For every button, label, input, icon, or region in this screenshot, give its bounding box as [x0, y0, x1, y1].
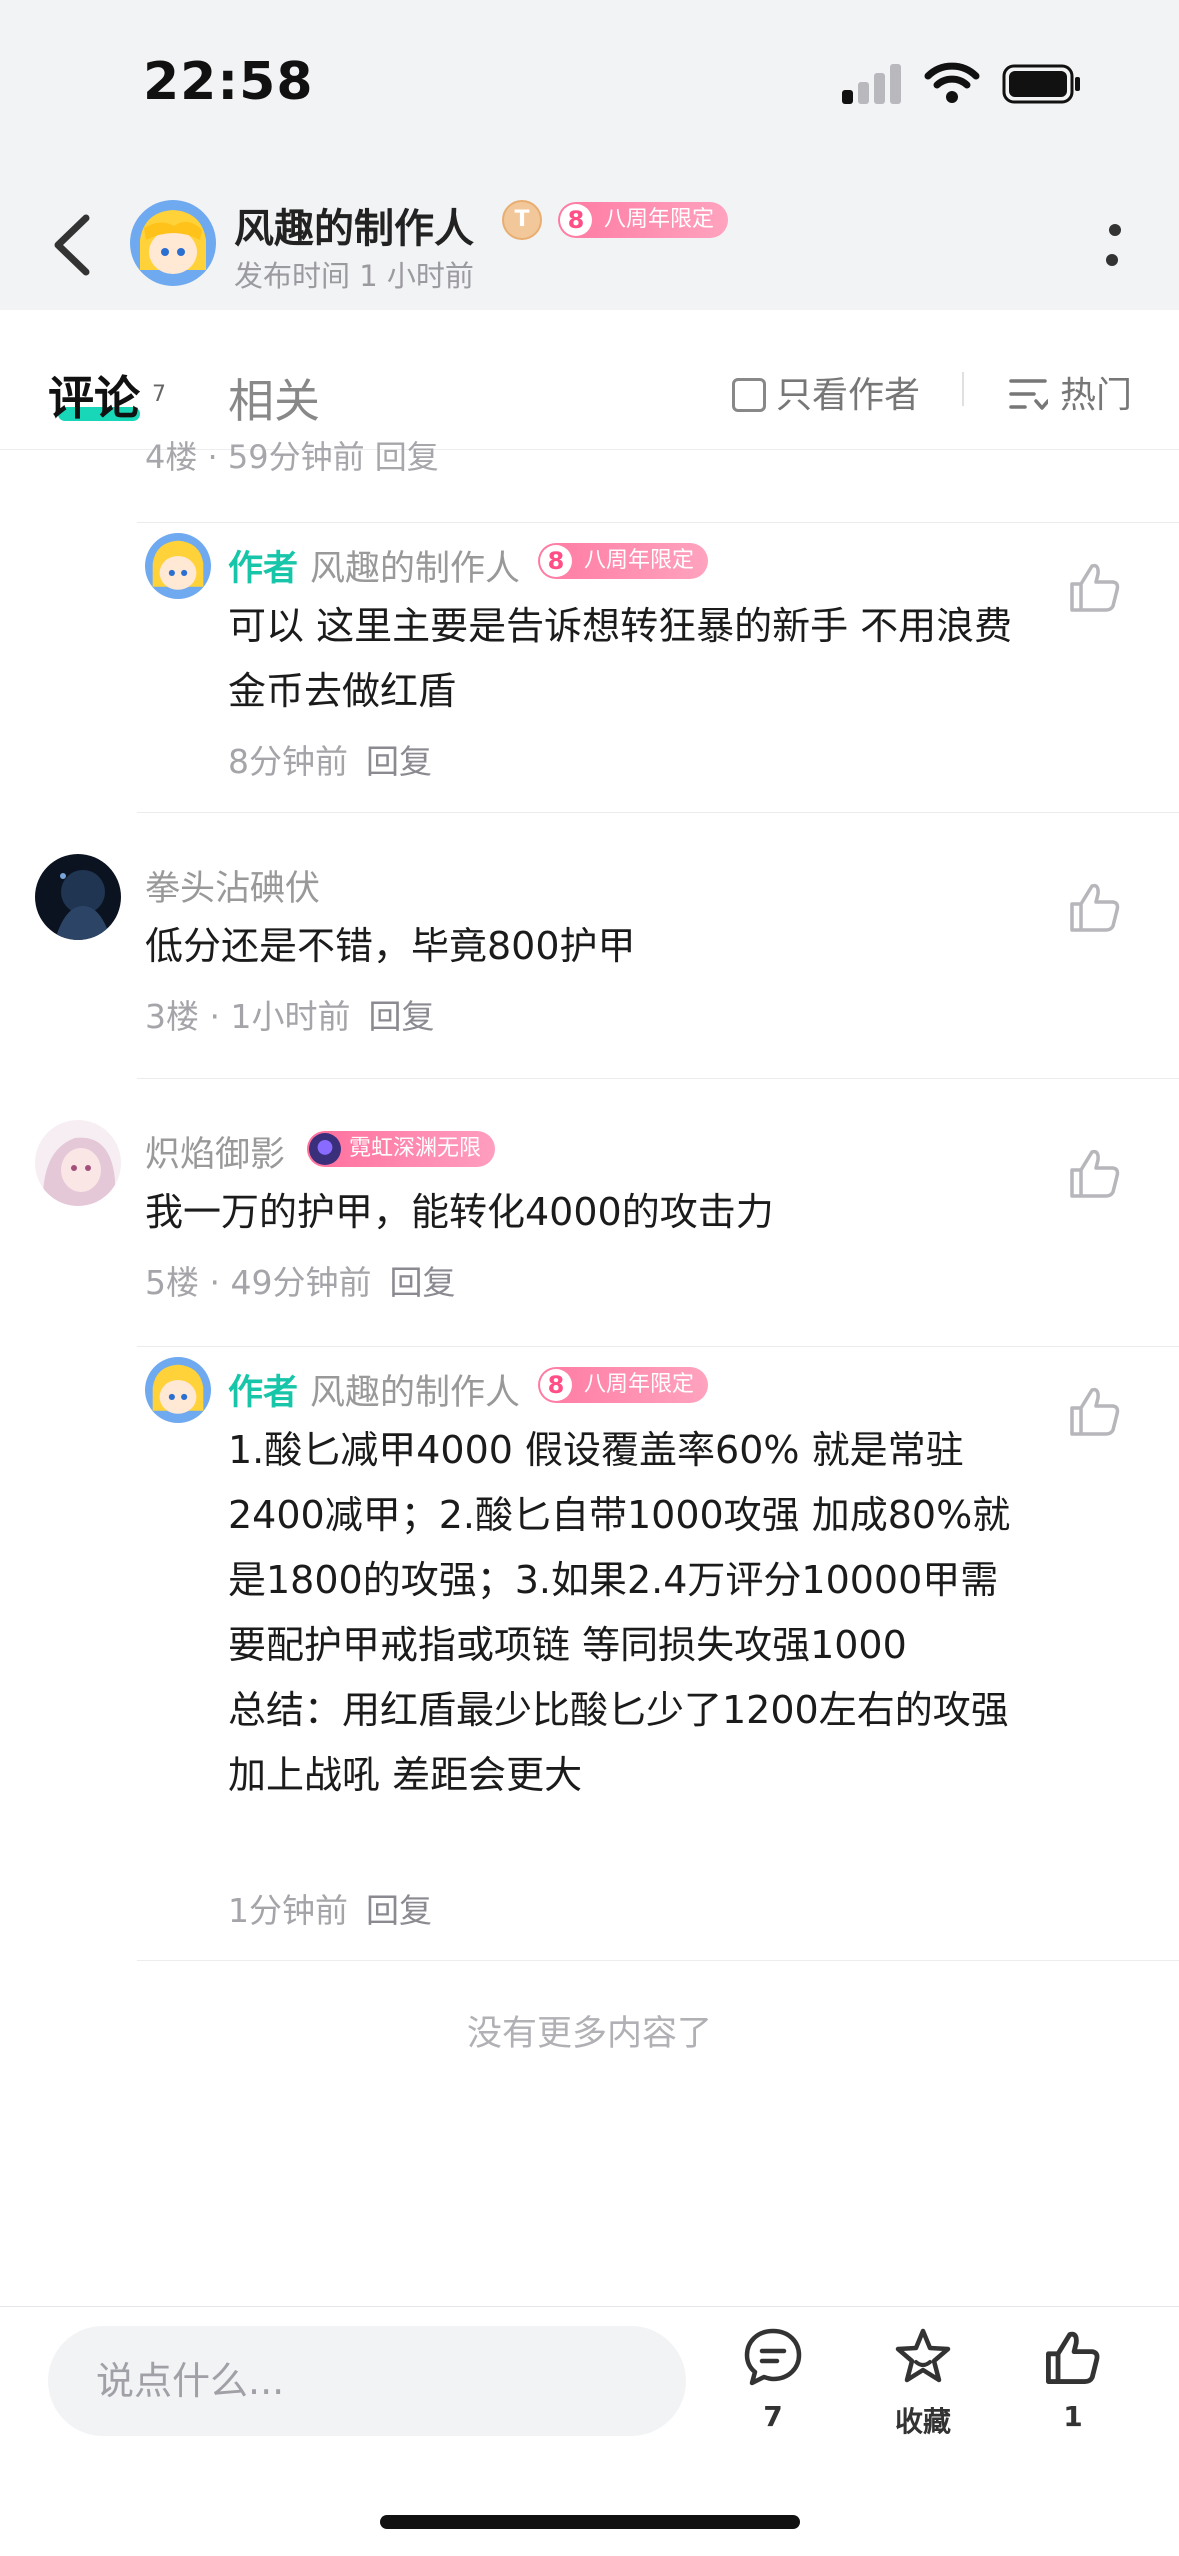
signal-icon [842, 62, 902, 104]
wifi-icon [924, 62, 980, 103]
tab-comments[interactable]: 评论 [48, 362, 140, 428]
star-icon [895, 2328, 951, 2383]
divider [137, 812, 1179, 813]
eight-icon: 8 [560, 204, 592, 236]
reply-button[interactable]: 回复 [366, 742, 432, 781]
header-avatar[interactable] [130, 200, 216, 286]
favorite-label: 收藏 [894, 2405, 951, 2438]
reply-avatar[interactable] [145, 533, 211, 599]
comment-text: 可以 这里主要是告诉想转狂暴的新手 不用浪费金币去做红盾 [228, 604, 1013, 713]
comment-avatar[interactable] [35, 1120, 121, 1206]
divider [137, 1960, 1179, 1961]
favorite-button[interactable]: 收藏 [868, 2326, 978, 2440]
comment-count: 7 [763, 2400, 783, 2433]
anniversary-badge: 8 八周年限定 [558, 202, 729, 238]
anniversary-badge: 8 八周年限定 [538, 543, 709, 579]
status-time: 22:58 [143, 52, 314, 112]
reply-button[interactable]: 回复 [389, 1263, 455, 1302]
like-icon[interactable] [1066, 558, 1124, 616]
reply-avatar[interactable] [145, 1357, 211, 1423]
tab-bar: 评论 7 相关 只看作者 热门 [0, 310, 1179, 450]
home-indicator[interactable] [380, 2515, 800, 2529]
author-tag: 作者 [228, 1373, 299, 1413]
back-icon[interactable] [44, 210, 104, 280]
neon-abyss-icon [309, 1133, 341, 1165]
divider [137, 1346, 1179, 1347]
comment-icon [744, 2328, 802, 2386]
tab-related[interactable]: 相关 [228, 365, 320, 431]
only-author-toggle[interactable]: 只看作者 [732, 366, 920, 418]
eight-icon: 8 [540, 1369, 572, 1401]
comment-meta: 1分钟前 回复 [228, 1891, 432, 1930]
eight-icon: 8 [540, 545, 572, 577]
comment-input[interactable]: 说点什么... [48, 2326, 686, 2436]
like-icon[interactable] [1066, 1382, 1124, 1440]
comment-author-name[interactable]: 炽焰御影 [145, 1126, 285, 1177]
comment-author-name[interactable]: 风趣的制作人 [310, 540, 520, 591]
tab-comments-count: 7 [152, 382, 166, 407]
comments-button[interactable]: 7 [718, 2326, 828, 2433]
comment-avatar[interactable] [35, 854, 121, 940]
sort-icon [1009, 379, 1050, 410]
neon-abyss-badge: 霓虹深渊无限 [307, 1131, 496, 1167]
clipped-comment-meta: 4楼 · 59分钟前 回复 [145, 438, 439, 476]
comment-author-name[interactable]: 拳头沾碘伏 [145, 860, 320, 911]
level-badge: T [502, 200, 542, 240]
comment-author-name[interactable]: 风趣的制作人 [310, 1364, 520, 1415]
publish-time: 发布时间 1 小时前 [234, 259, 474, 293]
comment-text: 我一万的护甲，能转化4000的攻击力 [145, 1190, 774, 1234]
no-more-content: 没有更多内容了 [466, 2014, 712, 2054]
checkbox-icon[interactable] [732, 378, 766, 412]
like-icon[interactable] [1066, 878, 1124, 936]
comment-meta: 8分钟前 回复 [228, 742, 432, 781]
reply-button[interactable]: 回复 [368, 997, 434, 1036]
comment-meta: 3楼 · 1小时前 回复 [145, 997, 435, 1036]
divider [137, 1078, 1179, 1079]
sort-hot[interactable]: 热门 [1008, 366, 1132, 418]
battery-icon [1002, 64, 1080, 104]
comment-meta: 5楼 · 49分钟前 回复 [145, 1263, 456, 1302]
more-icon[interactable] [1100, 215, 1130, 275]
like-icon[interactable] [1066, 1144, 1124, 1202]
reply-button[interactable]: 回复 [366, 1891, 432, 1930]
thumbs-up-icon [1046, 2331, 1100, 2384]
header-author-name[interactable]: 风趣的制作人 [234, 196, 474, 254]
like-count: 1 [1063, 2400, 1083, 2433]
tab-separator [962, 372, 964, 406]
author-tag: 作者 [228, 549, 299, 589]
comment-text: 低分还是不错，毕竟800护甲 [145, 924, 636, 968]
anniversary-badge: 8 八周年限定 [538, 1367, 709, 1403]
like-button[interactable]: 1 [1018, 2326, 1128, 2433]
comment-text: 1.酸匕减甲4000 假设覆盖率60% 就是常驻2400减甲；2.酸匕自带100… [228, 1428, 1011, 1797]
divider [137, 522, 1179, 523]
